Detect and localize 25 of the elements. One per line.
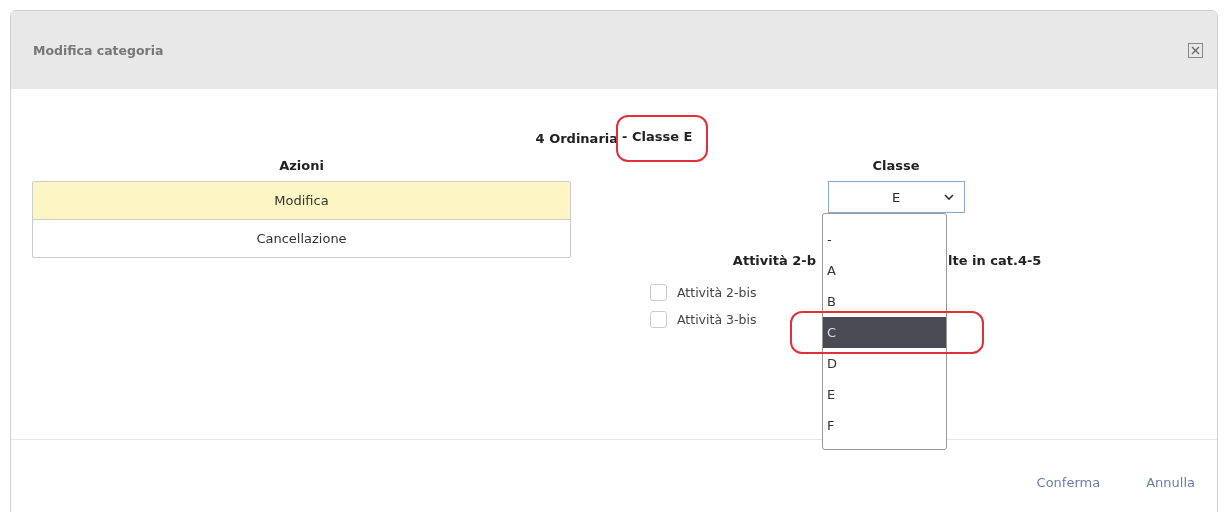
dialog-title: Modifica categoria xyxy=(33,42,164,58)
section-title: Attività 2-b xyxy=(732,253,816,268)
dropdown-option[interactable]: F xyxy=(823,410,946,441)
checkbox-label: Attività 3-bis xyxy=(677,312,757,327)
dialog-button[interactable]: Annulla xyxy=(1144,473,1197,492)
dropdown-option[interactable]: C xyxy=(823,317,946,348)
checkbox[interactable] xyxy=(650,311,667,328)
caret-icon xyxy=(943,194,954,201)
dialog-button[interactable]: Conferma xyxy=(1034,473,1103,492)
dropdown-option[interactable]: - xyxy=(823,224,946,255)
section-title: lte in cat.4-5 xyxy=(948,253,1042,268)
checkbox[interactable] xyxy=(650,284,667,301)
heading-text: - Classe E xyxy=(616,115,709,162)
column-title: Azioni xyxy=(279,158,324,173)
dropdown-option[interactable]: D xyxy=(823,348,946,379)
dropdown-option[interactable]: B xyxy=(823,286,946,317)
action-item[interactable]: Modifica xyxy=(33,182,570,219)
dropdown-option[interactable]: A xyxy=(823,255,946,286)
action-item[interactable]: Cancellazione xyxy=(33,219,570,257)
column-title: Classe xyxy=(872,158,920,173)
classe-select[interactable]: E xyxy=(827,181,965,213)
dropdown-option[interactable]: E xyxy=(823,379,946,410)
heading-text: 4 Ordinaria xyxy=(535,130,619,148)
close-icon[interactable] xyxy=(1188,42,1203,58)
checkbox-label: Attività 2-bis xyxy=(677,285,757,300)
